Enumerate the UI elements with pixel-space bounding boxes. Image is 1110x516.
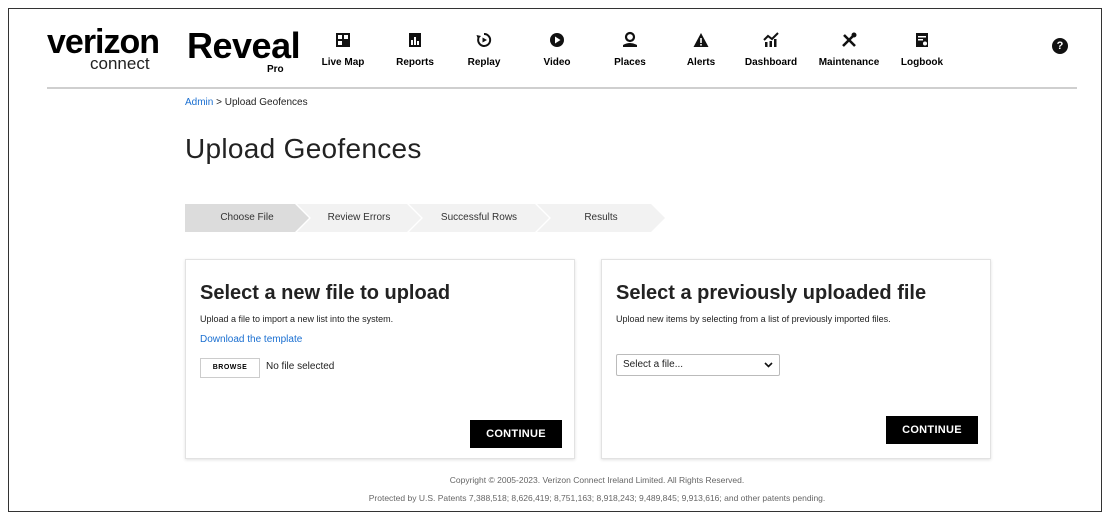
alerts-icon xyxy=(693,33,709,47)
pro-label: Pro xyxy=(267,64,284,75)
previous-file-select[interactable]: Select a file... xyxy=(616,354,780,376)
nav-label: Live Map xyxy=(321,57,365,68)
continue-previous-file-button[interactable]: CONTINUE xyxy=(886,416,978,444)
nav-label: Places xyxy=(614,57,646,68)
live-map-icon xyxy=(336,33,350,47)
download-template-link[interactable]: Download the template xyxy=(200,334,302,345)
new-file-card: Select a new file to upload Upload a fil… xyxy=(185,259,575,459)
nav-video[interactable]: Video xyxy=(540,31,574,70)
page-title: Upload Geofences xyxy=(185,133,422,164)
nav-label: Maintenance xyxy=(818,57,880,68)
new-file-title: Select a new file to upload xyxy=(200,282,451,304)
step-review-errors: Review Errors xyxy=(297,204,421,232)
previous-file-card: Select a previously uploaded file Upload… xyxy=(601,259,991,459)
continue-new-file-button[interactable]: CONTINUE xyxy=(470,420,562,448)
maintenance-icon xyxy=(842,32,857,47)
step-label: Results xyxy=(584,212,618,223)
nav-dashboard[interactable]: Dashboard xyxy=(742,31,800,70)
nav-reports[interactable]: Reports xyxy=(393,31,437,70)
nav-label: Video xyxy=(543,57,571,68)
nav-logbook[interactable]: Logbook xyxy=(898,31,946,70)
step-progress: Choose File Review Errors Successful Row… xyxy=(185,204,665,232)
reveal-logo[interactable]: Reveal xyxy=(187,27,301,65)
places-icon xyxy=(623,31,637,47)
select-value: Select a file... xyxy=(623,359,684,370)
step-successful-rows: Successful Rows xyxy=(409,204,549,232)
step-label: Successful Rows xyxy=(440,212,518,223)
file-status-text: No file selected xyxy=(266,361,335,372)
video-icon xyxy=(550,33,564,47)
chevron-down-icon xyxy=(764,362,773,368)
previous-file-title: Select a previously uploaded file xyxy=(616,282,927,304)
breadcrumb-admin-link[interactable]: Admin xyxy=(185,97,213,108)
nav-label: Alerts xyxy=(686,57,716,68)
step-label: Review Errors xyxy=(327,212,391,223)
new-file-description: Upload a file to import a new list into … xyxy=(200,314,394,324)
footer-patents: Protected by U.S. Patents 7,388,518; 8,6… xyxy=(368,493,826,503)
logbook-icon xyxy=(916,33,928,47)
footer-copyright: Copyright © 2005-2023. Verizon Connect I… xyxy=(449,475,745,485)
nav-label: Logbook xyxy=(900,57,944,68)
help-icon[interactable]: ? xyxy=(1052,38,1068,54)
previous-file-description: Upload new items by selecting from a lis… xyxy=(616,314,891,324)
replay-icon xyxy=(476,32,492,47)
nav-places[interactable]: Places xyxy=(611,31,649,70)
breadcrumb-current: Upload Geofences xyxy=(224,97,308,108)
nav-label: Dashboard xyxy=(744,57,798,68)
header-divider xyxy=(47,87,1077,89)
browse-button[interactable]: BROWSE xyxy=(200,358,260,378)
breadcrumb: Admin > Upload Geofences xyxy=(185,97,308,108)
nav-alerts[interactable]: Alerts xyxy=(684,31,718,70)
nav-label: Replay xyxy=(467,57,501,68)
step-choose-file: Choose File xyxy=(185,204,309,232)
connect-logo-text: connect xyxy=(90,54,150,73)
step-label: Choose File xyxy=(220,212,274,223)
breadcrumb-separator: > xyxy=(213,97,225,108)
reports-icon xyxy=(409,33,421,47)
app-frame: verizon connect Reveal Pro Live Map Repo… xyxy=(8,8,1102,512)
nav-replay[interactable]: Replay xyxy=(464,31,504,70)
top-header: verizon connect Reveal Pro Live Map Repo… xyxy=(9,9,1101,87)
dashboard-icon xyxy=(763,32,779,47)
step-results: Results xyxy=(537,204,665,232)
nav-label: Reports xyxy=(396,57,434,68)
nav-maintenance[interactable]: Maintenance xyxy=(816,31,882,70)
nav-live-map[interactable]: Live Map xyxy=(319,31,367,70)
